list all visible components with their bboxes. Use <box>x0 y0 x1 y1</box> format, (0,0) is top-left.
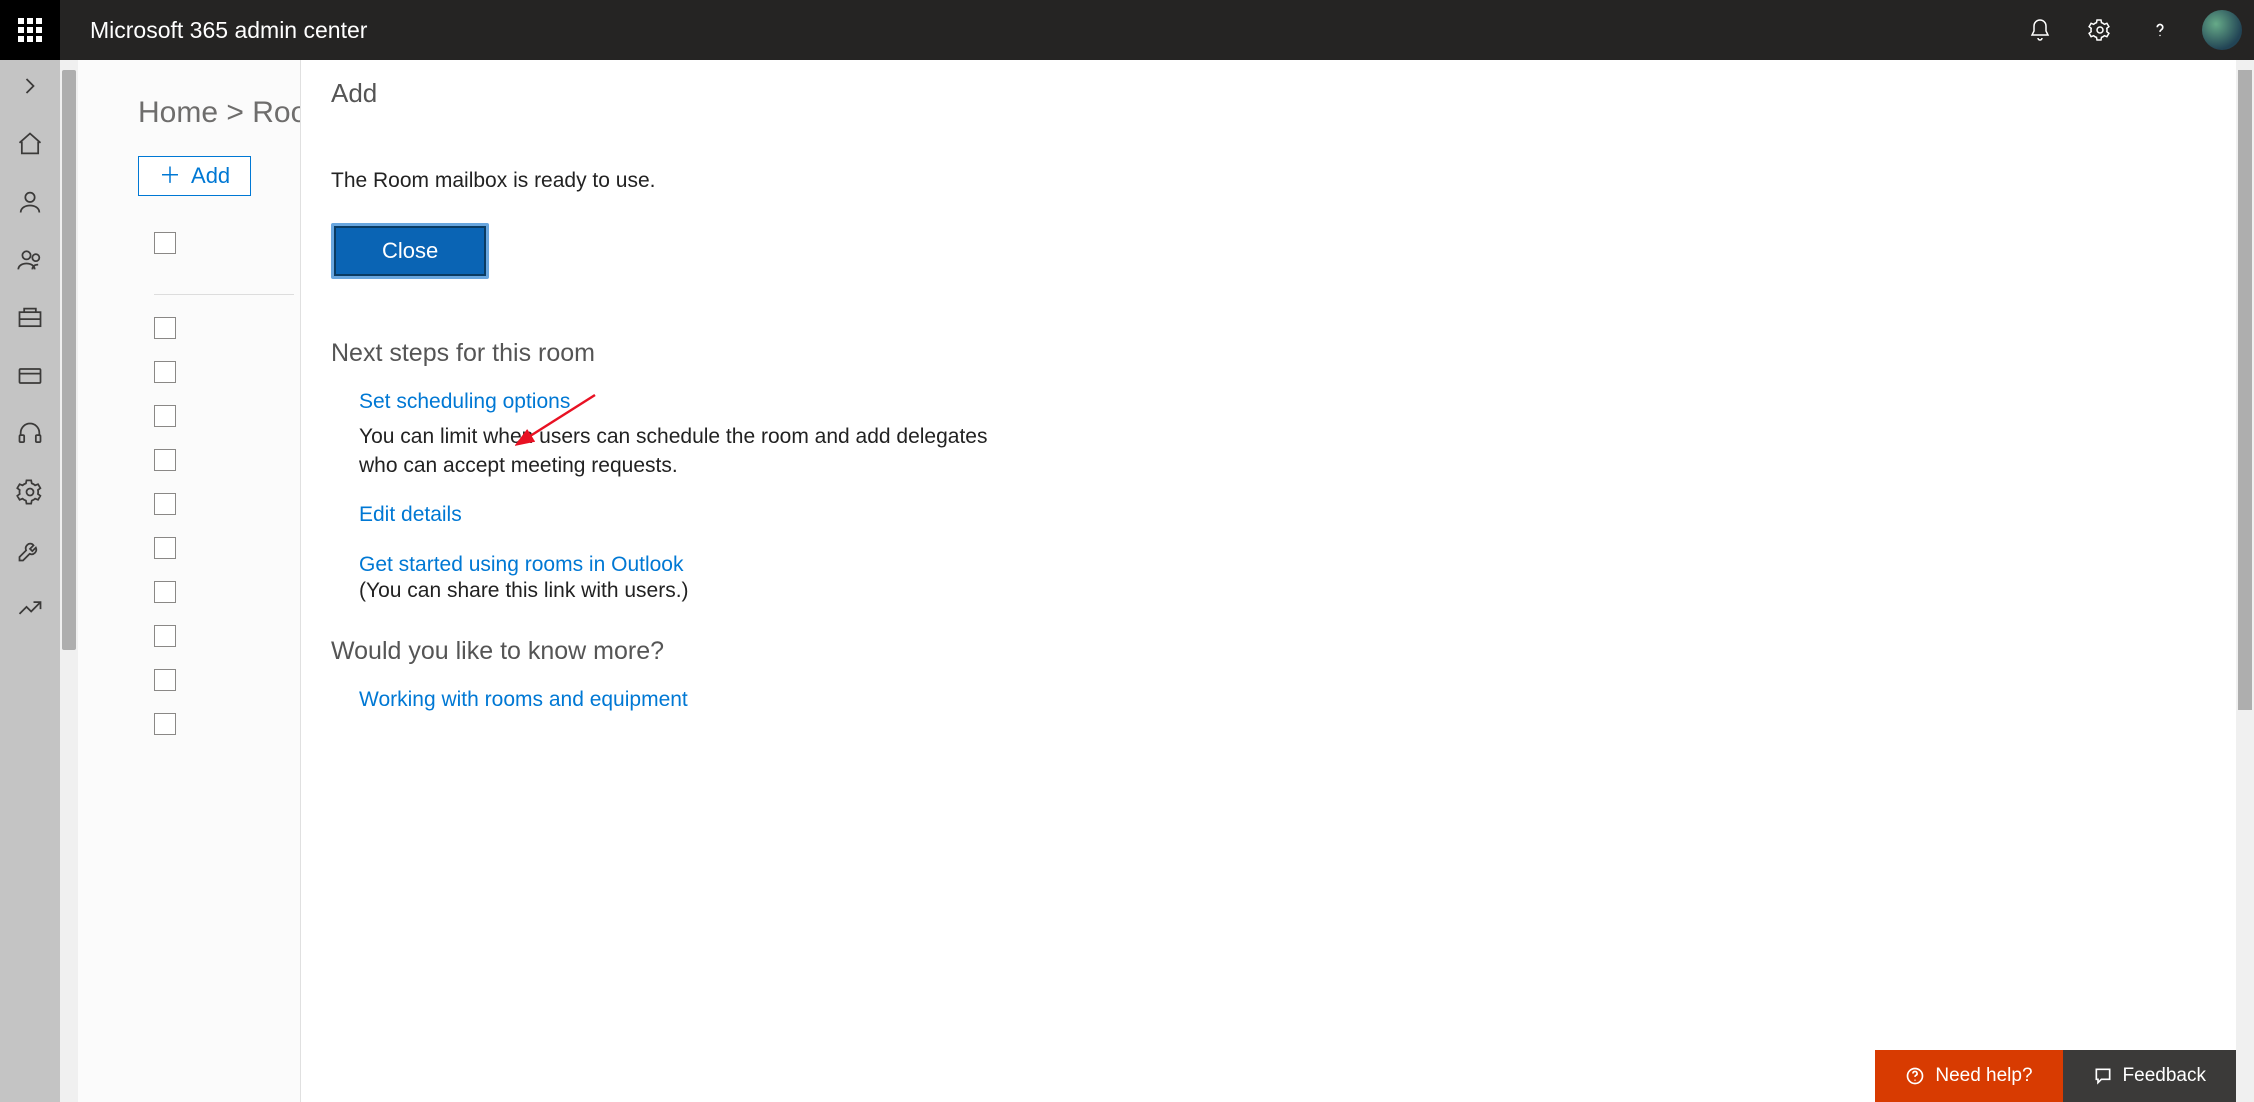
app-title: Microsoft 365 admin center <box>90 17 367 44</box>
need-help-label: Need help? <box>1935 1065 2032 1087</box>
feedback-button[interactable]: Feedback <box>2063 1050 2236 1102</box>
notifications-icon[interactable] <box>2010 0 2070 60</box>
scrollbar-thumb[interactable] <box>2238 70 2252 710</box>
support-icon[interactable] <box>16 420 44 448</box>
breadcrumb-separator: > <box>226 96 244 129</box>
resources-icon[interactable] <box>16 304 44 332</box>
users-icon[interactable] <box>16 188 44 216</box>
checkbox[interactable] <box>154 232 176 254</box>
help-icon[interactable] <box>2130 0 2190 60</box>
checkbox[interactable] <box>154 405 176 427</box>
need-help-button[interactable]: Need help? <box>1875 1050 2062 1102</box>
outlook-link[interactable]: Get started using rooms in Outlook <box>359 553 684 577</box>
waffle-icon <box>18 18 42 42</box>
checkbox[interactable] <box>154 449 176 471</box>
speech-bubble-icon <box>2093 1066 2113 1086</box>
panel-ready-text: The Room mailbox is ready to use. <box>331 169 2206 193</box>
flyout-panel: Add The Room mailbox is ready to use. Cl… <box>300 60 2236 1102</box>
outlook-note: (You can share this link with users.) <box>359 579 2206 603</box>
divider <box>154 294 294 295</box>
scrollbar-thumb[interactable] <box>62 70 76 650</box>
setup-icon[interactable] <box>16 536 44 564</box>
breadcrumb-home[interactable]: Home <box>138 96 218 129</box>
checkbox[interactable] <box>154 581 176 603</box>
close-button[interactable]: Close <box>334 226 486 276</box>
scheduling-description: You can limit when users can schedule th… <box>359 422 1019 481</box>
app-launcher[interactable] <box>0 0 60 60</box>
checkbox[interactable] <box>154 713 176 735</box>
billing-icon[interactable] <box>16 362 44 390</box>
groups-icon[interactable] <box>16 246 44 274</box>
left-nav <box>0 60 60 1102</box>
reports-icon[interactable] <box>16 594 44 622</box>
checkbox[interactable] <box>154 625 176 647</box>
plus-icon: ＋ <box>159 165 181 187</box>
global-header: Microsoft 365 admin center <box>0 0 2254 60</box>
help-strip: Need help? Feedback <box>1875 1050 2236 1102</box>
checkbox[interactable] <box>154 493 176 515</box>
home-icon[interactable] <box>16 130 44 158</box>
next-steps-heading: Next steps for this room <box>331 339 2206 368</box>
settings-nav-icon[interactable] <box>16 478 44 506</box>
checkbox[interactable] <box>154 361 176 383</box>
scrollbar-right[interactable] <box>2236 60 2254 1102</box>
add-button-label: Add <box>191 163 230 189</box>
expand-nav-icon[interactable] <box>16 72 44 100</box>
scrollbar-left[interactable] <box>60 60 78 1102</box>
avatar[interactable] <box>2202 10 2242 50</box>
set-scheduling-link[interactable]: Set scheduling options <box>359 390 570 414</box>
edit-details-link[interactable]: Edit details <box>359 503 462 527</box>
add-button[interactable]: ＋ Add <box>138 156 251 196</box>
settings-icon[interactable] <box>2070 0 2130 60</box>
checkbox[interactable] <box>154 317 176 339</box>
working-with-rooms-link[interactable]: Working with rooms and equipment <box>359 688 688 712</box>
checkbox[interactable] <box>154 669 176 691</box>
checkbox[interactable] <box>154 537 176 559</box>
panel-title: Add <box>331 78 2206 109</box>
know-more-heading: Would you like to know more? <box>331 637 2206 666</box>
question-circle-icon <box>1905 1066 1925 1086</box>
feedback-label: Feedback <box>2123 1065 2206 1087</box>
